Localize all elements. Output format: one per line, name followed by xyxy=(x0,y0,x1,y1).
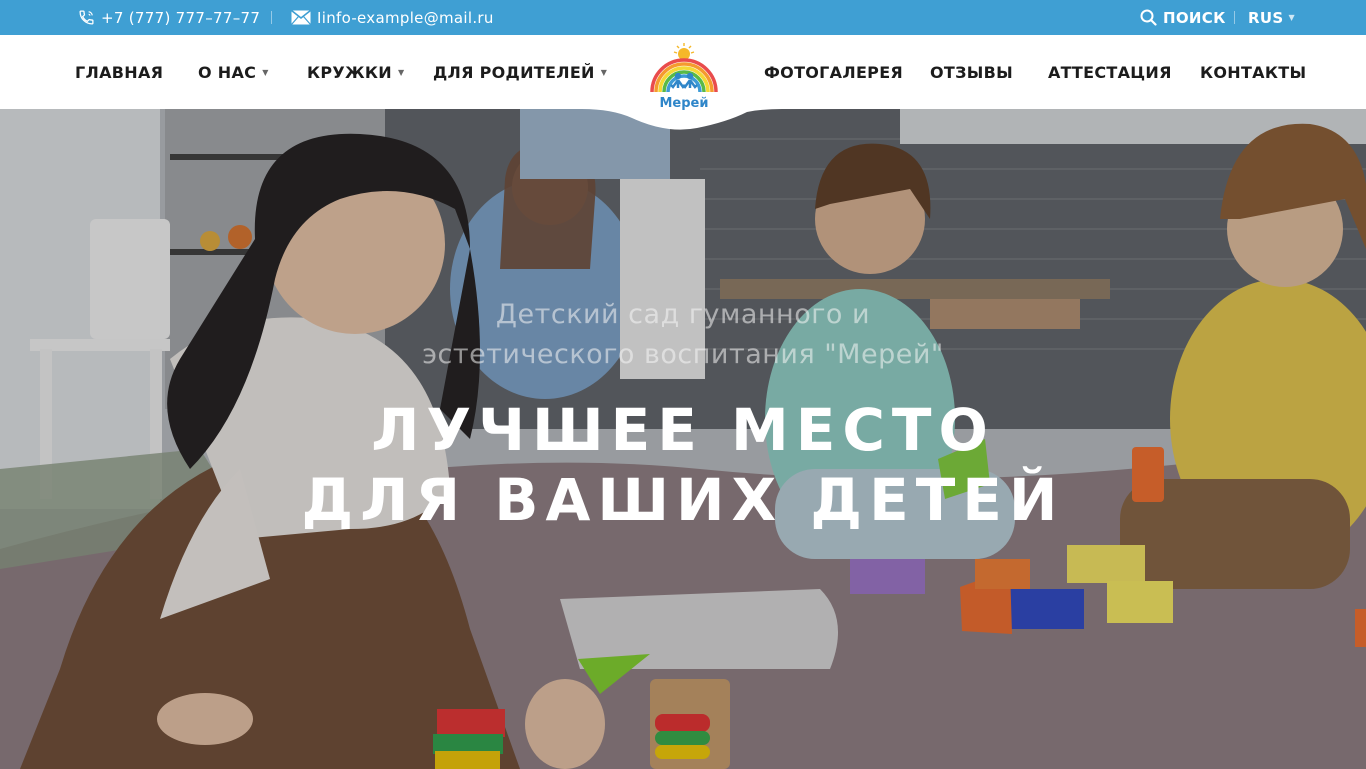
chevron-down-icon: ▼ xyxy=(1288,13,1295,22)
divider xyxy=(1234,11,1235,24)
nav-label: О НАС xyxy=(198,62,257,82)
language-selector[interactable]: RUS ▼ xyxy=(1248,0,1295,35)
nav-label: ФОТОГАЛЕРЕЯ xyxy=(764,62,904,82)
nav-item-contacts[interactable]: КОНТАКТЫ xyxy=(1200,35,1306,109)
nav-item-home[interactable]: ГЛАВНАЯ xyxy=(75,35,163,109)
logo-rainbow-icon[interactable]: Мерей xyxy=(644,40,724,114)
search-button[interactable]: ПОИСК xyxy=(1140,0,1226,35)
nav-label: АТТЕСТАЦИЯ xyxy=(1048,62,1172,82)
nav-item-attestation[interactable]: АТТЕСТАЦИЯ xyxy=(1048,35,1172,109)
hero-subtitle: Детский сад гуманного и эстетического во… xyxy=(383,295,983,375)
phone-icon xyxy=(78,9,95,26)
chevron-down-icon: ▼ xyxy=(398,67,405,77)
top-bar: +7 (777) 777–77–77 Iinfo-example@mail.ru… xyxy=(0,0,1366,35)
hero-headline: ЛУЧШЕЕ МЕСТО ДЛЯ ВАШИХ ДЕТЕЙ xyxy=(283,395,1083,535)
email-link[interactable]: Iinfo-example@mail.ru xyxy=(291,0,494,35)
hero-subtitle-line: Детский сад гуманного и xyxy=(495,299,871,330)
hero-text: Детский сад гуманного и эстетического во… xyxy=(0,109,1366,769)
nav-item-reviews[interactable]: ОТЗЫВЫ xyxy=(930,35,1013,109)
nav-label: КРУЖКИ xyxy=(307,62,392,82)
phone-link[interactable]: +7 (777) 777–77–77 xyxy=(78,0,260,35)
chevron-down-icon: ▼ xyxy=(600,67,608,77)
search-label: ПОИСК xyxy=(1163,8,1226,27)
search-icon xyxy=(1140,9,1157,26)
mail-icon xyxy=(291,10,311,25)
chevron-down-icon: ▼ xyxy=(262,67,269,77)
nav-label: КОНТАКТЫ xyxy=(1200,62,1307,82)
nav-item-about[interactable]: О НАС ▼ xyxy=(198,35,269,109)
phone-text: +7 (777) 777–77–77 xyxy=(101,8,261,27)
nav-label: ГЛАВНАЯ xyxy=(75,62,164,82)
nav-label: ОТЗЫВЫ xyxy=(930,62,1014,82)
hero-headline-line: ЛУЧШЕЕ МЕСТО xyxy=(371,396,995,464)
logo-text: Мерей xyxy=(660,96,709,111)
email-text: Iinfo-example@mail.ru xyxy=(317,8,494,27)
nav-item-gallery[interactable]: ФОТОГАЛЕРЕЯ xyxy=(764,35,903,109)
nav-item-clubs[interactable]: КРУЖКИ ▼ xyxy=(307,35,404,109)
nav-label: ДЛЯ РОДИТЕЛЕЙ xyxy=(433,62,595,82)
nav-item-parents[interactable]: ДЛЯ РОДИТЕЛЕЙ ▼ xyxy=(433,35,607,109)
hero-headline-line: ДЛЯ ВАШИХ ДЕТЕЙ xyxy=(301,466,1065,534)
hero-banner: Детский сад гуманного и эстетического во… xyxy=(0,109,1366,769)
divider xyxy=(271,11,272,24)
language-label: RUS xyxy=(1248,8,1284,27)
hero-subtitle-line: эстетического воспитания "Мерей" xyxy=(422,339,944,370)
